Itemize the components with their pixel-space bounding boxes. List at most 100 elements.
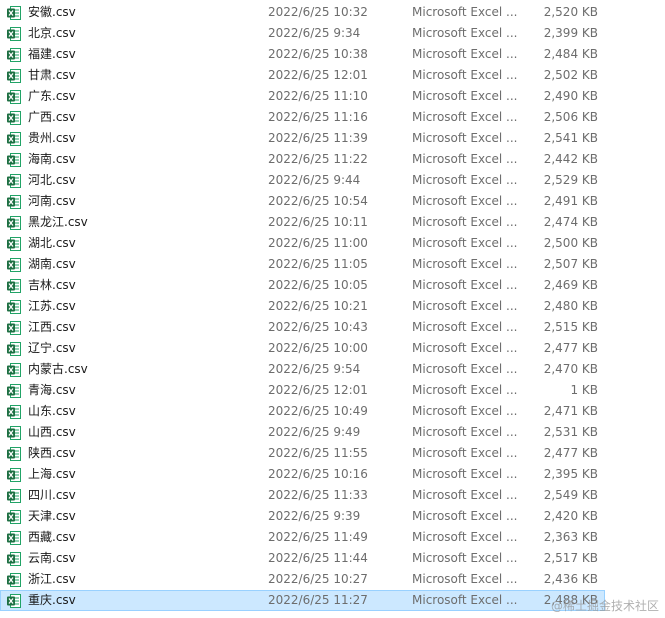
file-name: 广东.csv [28, 89, 76, 103]
file-size: 2,506 KB [543, 110, 598, 124]
file-row[interactable]: 山东.csv 2022/6/25 10:49 Microsoft Excel .… [0, 401, 605, 422]
file-name: 江西.csv [28, 320, 76, 334]
file-row[interactable]: 贵州.csv 2022/6/25 11:39 Microsoft Excel .… [0, 128, 605, 149]
file-type: Microsoft Excel ... [412, 299, 518, 313]
file-row[interactable]: 河北.csv 2022/6/25 9:44 Microsoft Excel ..… [0, 170, 605, 191]
file-size: 2,500 KB [543, 236, 598, 250]
file-size: 2,507 KB [543, 257, 598, 271]
file-size: 2,477 KB [543, 446, 598, 460]
file-row[interactable]: 上海.csv 2022/6/25 10:16 Microsoft Excel .… [0, 464, 605, 485]
file-type: Microsoft Excel ... [412, 110, 518, 124]
file-row[interactable]: 北京.csv 2022/6/25 9:34 Microsoft Excel ..… [0, 23, 605, 44]
file-type: Microsoft Excel ... [412, 488, 518, 502]
file-type: Microsoft Excel ... [412, 467, 518, 481]
excel-csv-file-icon [7, 468, 21, 482]
file-type: Microsoft Excel ... [412, 26, 518, 40]
file-row[interactable]: 辽宁.csv 2022/6/25 10:00 Microsoft Excel .… [0, 338, 605, 359]
file-type: Microsoft Excel ... [412, 68, 518, 82]
excel-csv-file-icon [7, 342, 21, 356]
file-row[interactable]: 青海.csv 2022/6/25 12:01 Microsoft Excel .… [0, 380, 605, 401]
file-name: 江苏.csv [28, 299, 76, 313]
file-name: 辽宁.csv [28, 341, 76, 355]
file-size: 2,442 KB [543, 152, 598, 166]
file-size: 2,470 KB [543, 362, 598, 376]
excel-csv-file-icon [7, 531, 21, 545]
file-date-modified: 2022/6/25 10:49 [268, 404, 368, 418]
excel-csv-file-icon [7, 300, 21, 314]
file-row[interactable]: 黑龙江.csv 2022/6/25 10:11 Microsoft Excel … [0, 212, 605, 233]
excel-csv-file-icon [7, 594, 21, 608]
file-type: Microsoft Excel ... [412, 446, 518, 460]
file-row[interactable]: 陕西.csv 2022/6/25 11:55 Microsoft Excel .… [0, 443, 605, 464]
file-row[interactable]: 河南.csv 2022/6/25 10:54 Microsoft Excel .… [0, 191, 605, 212]
file-name: 吉林.csv [28, 278, 76, 292]
file-size: 2,549 KB [543, 488, 598, 502]
file-size: 2,469 KB [543, 278, 598, 292]
file-name: 贵州.csv [28, 131, 76, 145]
file-size: 2,471 KB [543, 404, 598, 418]
file-name: 广西.csv [28, 110, 76, 124]
file-date-modified: 2022/6/25 11:33 [268, 488, 368, 502]
file-row[interactable]: 山西.csv 2022/6/25 9:49 Microsoft Excel ..… [0, 422, 605, 443]
file-name: 青海.csv [28, 383, 76, 397]
file-name: 重庆.csv [28, 593, 76, 607]
excel-csv-file-icon [7, 195, 21, 209]
file-date-modified: 2022/6/25 11:49 [268, 530, 368, 544]
file-row[interactable]: 重庆.csv 2022/6/25 11:27 Microsoft Excel .… [0, 590, 605, 611]
file-row[interactable]: 云南.csv 2022/6/25 11:44 Microsoft Excel .… [0, 548, 605, 569]
file-type: Microsoft Excel ... [412, 320, 518, 334]
file-date-modified: 2022/6/25 10:00 [268, 341, 368, 355]
file-date-modified: 2022/6/25 10:11 [268, 215, 368, 229]
file-row[interactable]: 内蒙古.csv 2022/6/25 9:54 Microsoft Excel .… [0, 359, 605, 380]
file-row[interactable]: 广东.csv 2022/6/25 11:10 Microsoft Excel .… [0, 86, 605, 107]
file-size: 1 KB [570, 383, 598, 397]
file-name: 山西.csv [28, 425, 76, 439]
excel-csv-file-icon [7, 573, 21, 587]
file-date-modified: 2022/6/25 12:01 [268, 383, 368, 397]
file-row[interactable]: 四川.csv 2022/6/25 11:33 Microsoft Excel .… [0, 485, 605, 506]
file-row[interactable]: 安徽.csv 2022/6/25 10:32 Microsoft Excel .… [0, 2, 605, 23]
file-row[interactable]: 西藏.csv 2022/6/25 11:49 Microsoft Excel .… [0, 527, 605, 548]
excel-csv-file-icon [7, 447, 21, 461]
file-name: 四川.csv [28, 488, 76, 502]
file-date-modified: 2022/6/25 10:27 [268, 572, 368, 586]
file-date-modified: 2022/6/25 11:44 [268, 551, 368, 565]
file-row[interactable]: 天津.csv 2022/6/25 9:39 Microsoft Excel ..… [0, 506, 605, 527]
file-row[interactable]: 湖南.csv 2022/6/25 11:05 Microsoft Excel .… [0, 254, 605, 275]
file-date-modified: 2022/6/25 11:27 [268, 593, 368, 607]
watermark: @稀土掘金技术社区 [550, 599, 659, 613]
file-type: Microsoft Excel ... [412, 152, 518, 166]
file-type: Microsoft Excel ... [412, 47, 518, 61]
file-row[interactable]: 广西.csv 2022/6/25 11:16 Microsoft Excel .… [0, 107, 605, 128]
excel-csv-file-icon [7, 153, 21, 167]
file-name: 甘肃.csv [28, 68, 76, 82]
file-date-modified: 2022/6/25 11:39 [268, 131, 368, 145]
file-row[interactable]: 吉林.csv 2022/6/25 10:05 Microsoft Excel .… [0, 275, 605, 296]
file-date-modified: 2022/6/25 9:54 [268, 362, 361, 376]
file-row[interactable]: 浙江.csv 2022/6/25 10:27 Microsoft Excel .… [0, 569, 605, 590]
file-type: Microsoft Excel ... [412, 257, 518, 271]
file-date-modified: 2022/6/25 11:22 [268, 152, 368, 166]
file-row[interactable]: 海南.csv 2022/6/25 11:22 Microsoft Excel .… [0, 149, 605, 170]
file-size: 2,520 KB [543, 5, 598, 19]
file-name: 福建.csv [28, 47, 76, 61]
file-row[interactable]: 甘肃.csv 2022/6/25 12:01 Microsoft Excel .… [0, 65, 605, 86]
file-size: 2,517 KB [543, 551, 598, 565]
excel-csv-file-icon [7, 132, 21, 146]
file-row[interactable]: 湖北.csv 2022/6/25 11:00 Microsoft Excel .… [0, 233, 605, 254]
file-size: 2,399 KB [543, 26, 598, 40]
file-row[interactable]: 福建.csv 2022/6/25 10:38 Microsoft Excel .… [0, 44, 605, 65]
file-size: 2,502 KB [543, 68, 598, 82]
file-date-modified: 2022/6/25 10:21 [268, 299, 368, 313]
file-size: 2,515 KB [543, 320, 598, 334]
file-row[interactable]: 江西.csv 2022/6/25 10:43 Microsoft Excel .… [0, 317, 605, 338]
excel-csv-file-icon [7, 384, 21, 398]
file-name: 海南.csv [28, 152, 76, 166]
excel-csv-file-icon [7, 237, 21, 251]
file-row[interactable]: 江苏.csv 2022/6/25 10:21 Microsoft Excel .… [0, 296, 605, 317]
file-type: Microsoft Excel ... [412, 173, 518, 187]
file-date-modified: 2022/6/25 10:54 [268, 194, 368, 208]
excel-csv-file-icon [7, 405, 21, 419]
file-type: Microsoft Excel ... [412, 383, 518, 397]
file-type: Microsoft Excel ... [412, 509, 518, 523]
